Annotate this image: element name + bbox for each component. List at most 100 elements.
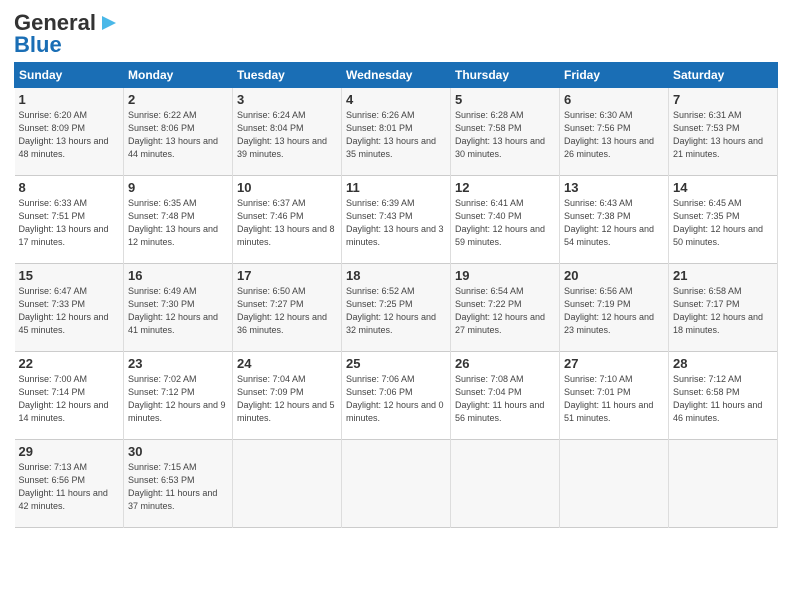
calendar-cell [560, 440, 669, 528]
cell-info: Sunrise: 6:35 AMSunset: 7:48 PMDaylight:… [128, 197, 228, 249]
header-wednesday: Wednesday [342, 63, 451, 88]
calendar-cell: 5 Sunrise: 6:28 AMSunset: 7:58 PMDaylight… [451, 88, 560, 176]
cell-info: Sunrise: 6:47 AMSunset: 7:33 PMDaylight:… [19, 285, 120, 337]
day-number: 29 [19, 444, 120, 459]
cell-info: Sunrise: 7:15 AMSunset: 6:53 PMDaylight:… [128, 461, 228, 513]
day-number: 9 [128, 180, 228, 195]
cell-info: Sunrise: 6:54 AMSunset: 7:22 PMDaylight:… [455, 285, 555, 337]
day-number: 10 [237, 180, 337, 195]
day-number: 8 [19, 180, 120, 195]
calendar-cell: 6 Sunrise: 6:30 AMSunset: 7:56 PMDaylight… [560, 88, 669, 176]
header-thursday: Thursday [451, 63, 560, 88]
logo: General Blue [14, 10, 120, 58]
page-container: General Blue SundayMondayTuesdayWednesda… [0, 0, 792, 538]
calendar-cell: 22Sunrise: 7:00 AMSunset: 7:14 PMDayligh… [15, 352, 124, 440]
calendar-cell: 14 Sunrise: 6:45 AMSunset: 7:35 PMDayligh… [669, 176, 778, 264]
calendar-cell: 30Sunrise: 7:15 AMSunset: 6:53 PMDayligh… [124, 440, 233, 528]
day-number: 19 [455, 268, 555, 283]
calendar-cell: 17 Sunrise: 6:50 AMSunset: 7:27 PMDayligh… [233, 264, 342, 352]
calendar-cell: 29 Sunrise: 7:13 AMSunset: 6:56 PMDayligh… [15, 440, 124, 528]
day-number: 26 [455, 356, 555, 371]
cell-info: Sunrise: 6:26 AMSunset: 8:01 PMDaylight:… [346, 109, 446, 161]
day-number: 27 [564, 356, 664, 371]
day-number: 5 [455, 92, 555, 107]
cell-info: Sunrise: 7:08 AMSunset: 7:04 PMDaylight:… [455, 373, 555, 425]
cell-info: Sunrise: 7:13 AMSunset: 6:56 PMDaylight:… [19, 461, 120, 513]
calendar-cell: 21Sunrise: 6:58 AMSunset: 7:17 PMDayligh… [669, 264, 778, 352]
calendar-cell: 7 Sunrise: 6:31 AMSunset: 7:53 PMDaylight… [669, 88, 778, 176]
cell-info: Sunrise: 6:30 AMSunset: 7:56 PMDaylight:… [564, 109, 664, 161]
calendar-cell: 13 Sunrise: 6:43 AMSunset: 7:38 PMDayligh… [560, 176, 669, 264]
calendar-cell: 24 Sunrise: 7:04 AMSunset: 7:09 PMDayligh… [233, 352, 342, 440]
header-monday: Monday [124, 63, 233, 88]
calendar-week-3: 22Sunrise: 7:00 AMSunset: 7:14 PMDayligh… [15, 352, 778, 440]
cell-info: Sunrise: 7:06 AMSunset: 7:06 PMDaylight:… [346, 373, 446, 425]
calendar-week-4: 29 Sunrise: 7:13 AMSunset: 6:56 PMDayligh… [15, 440, 778, 528]
cell-info: Sunrise: 6:28 AMSunset: 7:58 PMDaylight:… [455, 109, 555, 161]
calendar-cell: 12 Sunrise: 6:41 AMSunset: 7:40 PMDayligh… [451, 176, 560, 264]
cell-info: Sunrise: 7:10 AMSunset: 7:01 PMDaylight:… [564, 373, 664, 425]
cell-info: Sunrise: 6:24 AMSunset: 8:04 PMDaylight:… [237, 109, 337, 161]
calendar-cell: 8 Sunrise: 6:33 AMSunset: 7:51 PMDaylight… [15, 176, 124, 264]
cell-info: Sunrise: 6:49 AMSunset: 7:30 PMDaylight:… [128, 285, 228, 337]
cell-info: Sunrise: 6:52 AMSunset: 7:25 PMDaylight:… [346, 285, 446, 337]
calendar-cell [669, 440, 778, 528]
calendar-cell: 15 Sunrise: 6:47 AMSunset: 7:33 PMDayligh… [15, 264, 124, 352]
cell-info: Sunrise: 7:12 AMSunset: 6:58 PMDaylight:… [673, 373, 773, 425]
day-number: 6 [564, 92, 664, 107]
day-number: 20 [564, 268, 664, 283]
calendar-cell [342, 440, 451, 528]
cell-info: Sunrise: 6:37 AMSunset: 7:46 PMDaylight:… [237, 197, 337, 249]
cell-info: Sunrise: 6:45 AMSunset: 7:35 PMDaylight:… [673, 197, 773, 249]
calendar-week-2: 15 Sunrise: 6:47 AMSunset: 7:33 PMDayligh… [15, 264, 778, 352]
cell-info: Sunrise: 6:58 AMSunset: 7:17 PMDaylight:… [673, 285, 773, 337]
day-number: 17 [237, 268, 337, 283]
calendar-cell: 9 Sunrise: 6:35 AMSunset: 7:48 PMDaylight… [124, 176, 233, 264]
cell-info: Sunrise: 6:39 AMSunset: 7:43 PMDaylight:… [346, 197, 446, 249]
day-number: 4 [346, 92, 446, 107]
calendar-cell: 16 Sunrise: 6:49 AMSunset: 7:30 PMDayligh… [124, 264, 233, 352]
calendar-cell: 27 Sunrise: 7:10 AMSunset: 7:01 PMDayligh… [560, 352, 669, 440]
day-number: 24 [237, 356, 337, 371]
cell-info: Sunrise: 7:02 AMSunset: 7:12 PMDaylight:… [128, 373, 228, 425]
logo-arrow-icon [98, 12, 120, 34]
calendar-cell: 1Sunrise: 6:20 AMSunset: 8:09 PMDaylight… [15, 88, 124, 176]
day-number: 15 [19, 268, 120, 283]
cell-info: Sunrise: 6:20 AMSunset: 8:09 PMDaylight:… [19, 109, 120, 161]
calendar-week-1: 8 Sunrise: 6:33 AMSunset: 7:51 PMDaylight… [15, 176, 778, 264]
header-row-days: SundayMondayTuesdayWednesdayThursdayFrid… [15, 63, 778, 88]
header-sunday: Sunday [15, 63, 124, 88]
calendar-cell: 28 Sunrise: 7:12 AMSunset: 6:58 PMDayligh… [669, 352, 778, 440]
cell-info: Sunrise: 6:31 AMSunset: 7:53 PMDaylight:… [673, 109, 773, 161]
calendar-week-0: 1Sunrise: 6:20 AMSunset: 8:09 PMDaylight… [15, 88, 778, 176]
calendar-cell: 11 Sunrise: 6:39 AMSunset: 7:43 PMDayligh… [342, 176, 451, 264]
day-number: 12 [455, 180, 555, 195]
calendar-cell: 3Sunrise: 6:24 AMSunset: 8:04 PMDaylight… [233, 88, 342, 176]
day-number: 11 [346, 180, 446, 195]
day-number: 28 [673, 356, 773, 371]
day-number: 22 [19, 356, 120, 371]
calendar-cell: 23 Sunrise: 7:02 AMSunset: 7:12 PMDayligh… [124, 352, 233, 440]
cell-info: Sunrise: 6:56 AMSunset: 7:19 PMDaylight:… [564, 285, 664, 337]
calendar-cell: 18 Sunrise: 6:52 AMSunset: 7:25 PMDayligh… [342, 264, 451, 352]
day-number: 7 [673, 92, 773, 107]
day-number: 14 [673, 180, 773, 195]
calendar-cell: 4 Sunrise: 6:26 AMSunset: 8:01 PMDaylight… [342, 88, 451, 176]
day-number: 23 [128, 356, 228, 371]
cell-info: Sunrise: 6:50 AMSunset: 7:27 PMDaylight:… [237, 285, 337, 337]
cell-info: Sunrise: 7:04 AMSunset: 7:09 PMDaylight:… [237, 373, 337, 425]
logo-blue: Blue [14, 32, 62, 58]
header-friday: Friday [560, 63, 669, 88]
calendar-cell: 2Sunrise: 6:22 AMSunset: 8:06 PMDaylight… [124, 88, 233, 176]
cell-info: Sunrise: 6:43 AMSunset: 7:38 PMDaylight:… [564, 197, 664, 249]
calendar-header: SundayMondayTuesdayWednesdayThursdayFrid… [15, 63, 778, 88]
cell-info: Sunrise: 6:22 AMSunset: 8:06 PMDaylight:… [128, 109, 228, 161]
calendar-cell: 10 Sunrise: 6:37 AMSunset: 7:46 PMDayligh… [233, 176, 342, 264]
day-number: 16 [128, 268, 228, 283]
day-number: 18 [346, 268, 446, 283]
day-number: 13 [564, 180, 664, 195]
cell-info: Sunrise: 6:33 AMSunset: 7:51 PMDaylight:… [19, 197, 120, 249]
cell-info: Sunrise: 6:41 AMSunset: 7:40 PMDaylight:… [455, 197, 555, 249]
day-number: 25 [346, 356, 446, 371]
header-row: General Blue [14, 10, 778, 58]
